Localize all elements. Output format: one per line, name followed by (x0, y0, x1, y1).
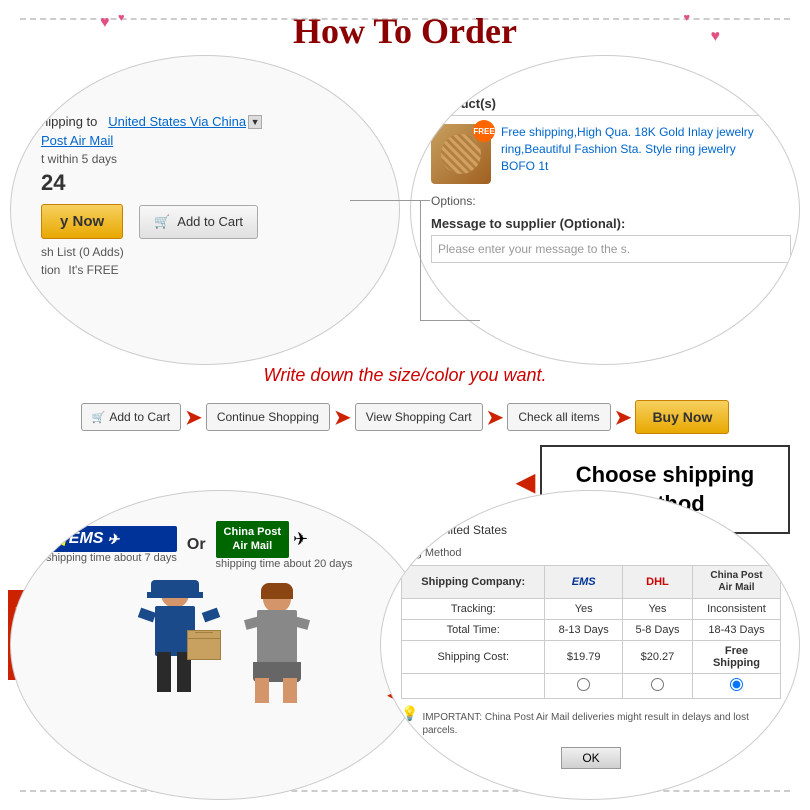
step-arrow-3: ➤ (487, 405, 504, 430)
table-header-china-post: China PostAir Mail (692, 566, 780, 599)
product-image-wrapper: FREE (431, 124, 491, 184)
cell-cost-dhl: $20.27 (622, 641, 692, 674)
dhl-radio[interactable] (651, 678, 664, 691)
cell-tracking-ems: Yes (545, 599, 623, 620)
protection-value: It's FREE (68, 263, 118, 277)
china-post-label: China PostAir Mail (224, 525, 281, 554)
ems-radio[interactable] (577, 678, 590, 691)
shipping-method-row: Post Air Mail (41, 133, 381, 148)
cart-step-icon: 🛒 (92, 411, 106, 424)
ems-badge: ◀ EMS ✈ (46, 526, 177, 552)
important-icon: 💡 (401, 705, 418, 722)
wishlist-row: sh List (0 Adds) (41, 245, 381, 259)
cell-time-ems: 8-13 Days (545, 620, 623, 641)
table-row-radio (402, 674, 781, 699)
china-post-shipping-time: shipping time about 20 days (216, 558, 353, 570)
table-header-company: Shipping Company: (402, 566, 545, 599)
price-display: 24 (41, 170, 381, 196)
cell-cost-ems: $19.79 (545, 641, 623, 674)
dropdown-arrow-icon[interactable]: ▼ (248, 115, 262, 129)
protection-label: tion (41, 263, 60, 277)
product-page-circle: air hipping to United States Via China ▼… (10, 55, 400, 365)
ems-arrow-icon: ◀ (54, 531, 65, 548)
view-cart-label: View Shopping Cart (366, 410, 472, 424)
options-row: Options: (431, 194, 791, 208)
shipping-dropdown[interactable]: United States Via China ▼ (108, 114, 262, 129)
order-steps-row: 🛒 Add to Cart ➤ Continue Shopping ➤ View… (10, 400, 800, 434)
shipping-to-label: hipping to (41, 114, 97, 129)
table-row-cost: Shipping Cost: $19.79 $20.27 FreeShippin… (402, 641, 781, 674)
check-items-label: Check all items (518, 410, 599, 424)
buy-now-step[interactable]: Buy Now (635, 400, 729, 434)
shipping-options-circle: ◀ EMS ✈ shipping time about 7 days Or Ch… (10, 490, 430, 800)
continue-shopping-step[interactable]: Continue Shopping (206, 403, 330, 431)
post-air-mail-link[interactable]: Post Air Mail (41, 133, 113, 148)
message-label: Message to supplier (Optional): (431, 216, 791, 231)
message-input-display[interactable]: Please enter your message to the s. (431, 235, 791, 263)
delivery-person-2 (241, 580, 321, 710)
step-arrow-1: ➤ (185, 405, 202, 430)
arrow-left-to-shipping: ◀ (517, 468, 535, 497)
delivery-person-1 (131, 580, 231, 710)
protection-row: tion It's FREE (41, 263, 381, 277)
cell-radio-ems[interactable] (545, 674, 623, 699)
add-to-cart-step[interactable]: 🛒 Add to Cart (81, 403, 181, 431)
step-arrow-4: ➤ (615, 405, 632, 430)
china-post-radio[interactable] (730, 678, 743, 691)
cell-time-dhl: 5-8 Days (622, 620, 692, 641)
shipping-method-sub-label: ping Method (401, 547, 781, 559)
page-title: How To Order (0, 10, 810, 52)
important-note-text: IMPORTANT: China Post Air Mail deliverie… (422, 711, 781, 737)
or-separator: Or (187, 536, 206, 554)
shipping-dest-link[interactable]: United States Via China (108, 114, 246, 129)
china-post-plane-icon: ✈ (293, 529, 308, 550)
shipping-table-circle: United States ping Method Shipping Compa… (380, 490, 800, 800)
china-post-badge: China PostAir Mail (216, 521, 289, 558)
ems-shipping-time: shipping time about 7 days (46, 552, 177, 564)
free-badge: FREE (473, 120, 495, 142)
product-description: Free shipping,High Qua. 18K Gold Inlay j… (501, 124, 761, 174)
cell-radio-china[interactable] (692, 674, 780, 699)
table-row-time: Total Time: 8-13 Days 5-8 Days 18-43 Day… (402, 620, 781, 641)
cell-cost-china: FreeShipping (692, 641, 780, 674)
table-header-dhl: DHL (622, 566, 692, 599)
ems-label: EMS (69, 530, 104, 548)
cell-tracking-label: Tracking: (402, 599, 545, 620)
cell-tracking-dhl: Yes (622, 599, 692, 620)
step-arrow-2: ➤ (334, 405, 351, 430)
table-row-tracking: Tracking: Yes Yes Inconsistent (402, 599, 781, 620)
important-note-row: 💡 IMPORTANT: China Post Air Mail deliver… (401, 705, 781, 737)
cell-tracking-china: Inconsistent (692, 599, 780, 620)
shipping-table-header: United States (401, 521, 781, 539)
shipping-comparison-table: Shipping Company: EMS DHL China PostAir … (401, 565, 781, 699)
cell-radio-label (402, 674, 545, 699)
buy-now-button[interactable]: y Now (41, 204, 123, 239)
location-label: United States (435, 523, 507, 537)
add-to-cart-label: Add to Cart (177, 214, 243, 229)
ems-plane-icon: ✈ (107, 531, 119, 548)
message-placeholder-text: Please enter your message to the s. (438, 242, 630, 256)
product-detail-circle: Product(s) FREE Free shipping,High Qua. … (410, 55, 800, 365)
continue-shopping-label: Continue Shopping (217, 410, 319, 424)
cell-radio-dhl[interactable] (622, 674, 692, 699)
air-label: air (41, 96, 381, 110)
shipping-destination-row: hipping to United States Via China ▼ (41, 114, 381, 129)
write-down-instruction: Write down the size/color you want. (0, 365, 810, 386)
cell-cost-label: Shipping Cost: (402, 641, 545, 674)
delivery-info-row: t within 5 days (41, 152, 381, 166)
table-header-ems: EMS (545, 566, 623, 599)
cell-time-china: 18-43 Days (692, 620, 780, 641)
cell-time-label: Total Time: (402, 620, 545, 641)
add-to-cart-button[interactable]: 🛒 Add to Cart (139, 205, 258, 239)
us-flag (401, 521, 429, 539)
check-items-step[interactable]: Check all items (507, 403, 610, 431)
add-to-cart-step-label: Add to Cart (109, 410, 170, 424)
ok-button[interactable]: OK (561, 747, 620, 769)
cart-icon: 🛒 (154, 214, 170, 229)
products-header: Product(s) (431, 96, 791, 116)
buy-now-step-label: Buy Now (652, 409, 712, 425)
view-cart-step[interactable]: View Shopping Cart (355, 403, 483, 431)
